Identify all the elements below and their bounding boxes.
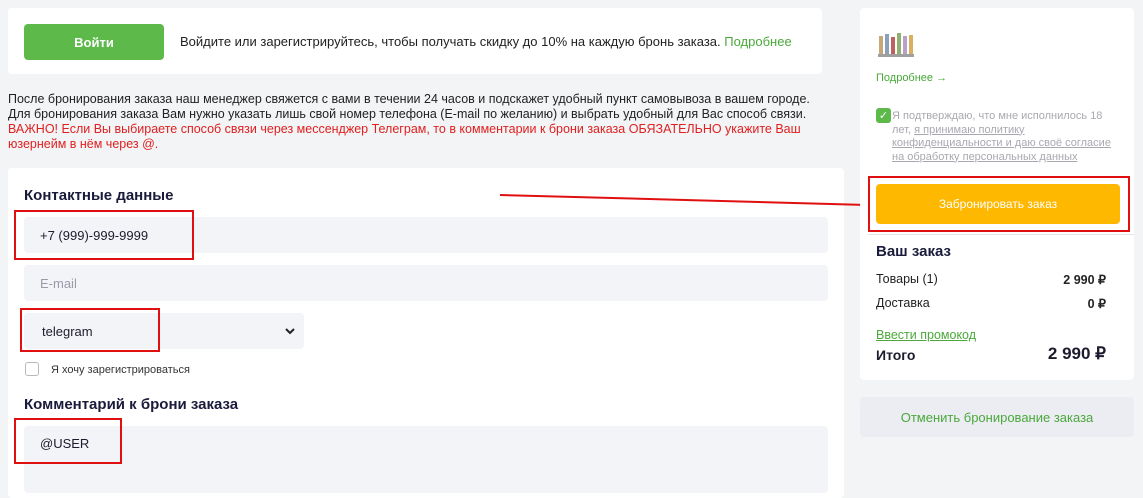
annotation-box-book bbox=[868, 176, 1130, 232]
goods-label: Товары (1) bbox=[876, 272, 938, 286]
goods-value: 2 990 ₽ bbox=[1063, 273, 1106, 287]
product-more-link[interactable]: Подробнее → bbox=[876, 72, 947, 84]
promo-code-link[interactable]: Ввести промокод bbox=[876, 328, 976, 342]
product-thumbnail bbox=[876, 30, 916, 60]
consent-text: Я подтверждаю, что мне исполнилось 18 ле… bbox=[892, 110, 1122, 164]
divider bbox=[868, 234, 1134, 235]
total-value: 2 990 ₽ bbox=[1047, 344, 1106, 363]
consent-policy-link[interactable]: я принимаю политику конфиденциальности и… bbox=[892, 124, 1111, 163]
cancel-booking-button[interactable]: Отменить бронирование заказа bbox=[860, 397, 1134, 437]
delivery-label: Доставка bbox=[876, 296, 930, 310]
order-title: Ваш заказ bbox=[876, 243, 951, 260]
consent-checkbox[interactable]: ✓ bbox=[876, 108, 891, 123]
delivery-value: 0 ₽ bbox=[1087, 297, 1106, 311]
total-label: Итого bbox=[876, 347, 916, 363]
